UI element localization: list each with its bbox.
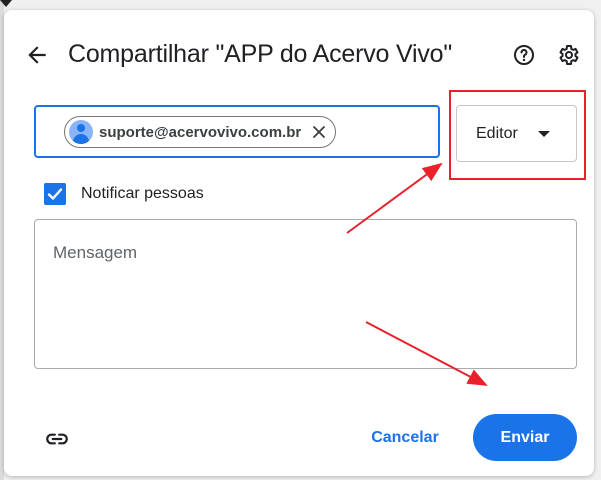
help-icon[interactable]: [512, 43, 536, 67]
recipient-input[interactable]: suporte@acervovivo.com.br: [34, 105, 440, 158]
gear-icon[interactable]: [556, 43, 580, 67]
send-button[interactable]: Enviar: [473, 414, 577, 461]
share-dialog: Compartilhar "APP do Acervo Vivo" suport…: [4, 10, 594, 476]
recipient-chip[interactable]: suporte@acervovivo.com.br: [64, 116, 337, 148]
notify-checkbox[interactable]: [44, 183, 66, 205]
close-icon[interactable]: [311, 124, 327, 140]
corner-caret-icon: [0, 0, 12, 7]
cancel-button[interactable]: Cancelar: [359, 416, 451, 460]
arrow-back-icon[interactable]: [24, 42, 50, 68]
annotation-highlight-box: [449, 90, 586, 180]
notify-label: Notificar pessoas: [81, 185, 204, 202]
message-placeholder: Mensagem: [53, 243, 138, 262]
recipient-chip-email: suporte@acervovivo.com.br: [99, 123, 302, 141]
person-avatar-icon: [69, 120, 93, 144]
link-icon[interactable]: [44, 426, 70, 452]
dialog-title: Compartilhar "APP do Acervo Vivo": [68, 40, 453, 68]
message-textarea[interactable]: Mensagem: [34, 219, 577, 369]
